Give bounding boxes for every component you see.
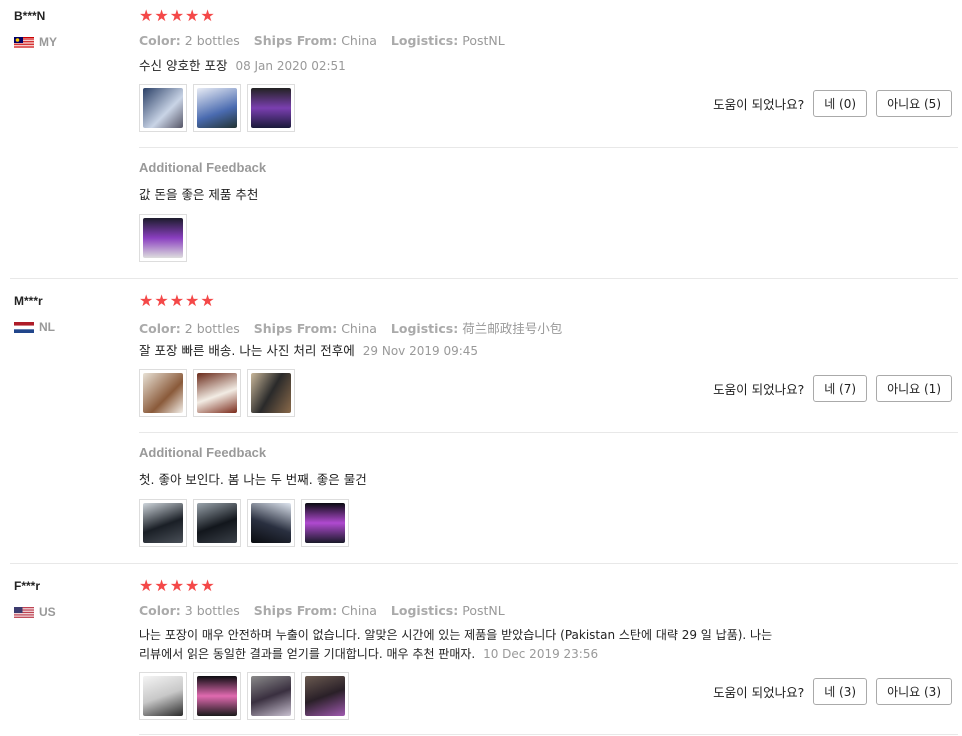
review-photos [139,369,295,417]
additional-feedback-heading: Additional Feedback [139,160,267,175]
reviewer-name: B***N [14,9,46,23]
reviewer-country: US [14,605,56,619]
review-photos [139,84,295,132]
color-label: Color: [139,321,181,336]
logistics-value: PostNL [462,603,505,618]
review-body: 잘 포장 빠른 배송. 나는 사진 처리 전후에 [139,343,355,358]
helpful-vote: 도움이 되었나요? 네 (0) 아니요 (5) [713,90,952,117]
review-divider [10,563,958,564]
review-photo-thumbnail[interactable] [301,672,349,720]
helpful-vote: 도움이 되었나요? 네 (3) 아니요 (3) [713,678,952,705]
review-body-line: 리뷰에서 읽은 동일한 결과를 얻기를 기대합니다. 매우 추천 판매자. 10… [139,645,772,664]
ships-from-value: China [341,33,377,48]
review-photo-thumbnail[interactable] [139,214,187,262]
review-photo-thumbnail[interactable] [247,369,295,417]
review-meta: Color: 2 bottles Ships From: China Logis… [139,33,515,48]
additional-feedback-text: 첫. 좋아 보인다. 봄 나는 두 번째. 좋은 물건 [139,472,367,487]
review-photo-thumbnail[interactable] [193,369,241,417]
review-photo-thumbnail[interactable] [301,499,349,547]
review-meta: Color: 2 bottles Ships From: China Logis… [139,318,572,337]
review-text: 수신 양호한 포장 08 Jan 2020 02:51 [139,56,346,76]
review-photo-thumbnail[interactable] [247,499,295,547]
reviewer-name: M***r [14,294,43,308]
section-divider [139,432,958,433]
color-label: Color: [139,603,181,618]
country-code: US [39,605,56,619]
helpful-yes-button[interactable]: 네 (3) [813,678,868,705]
ships-from-label: Ships From: [253,321,338,336]
logistics-label: Logistics: [390,603,459,618]
reviewer-name: F***r [14,579,41,593]
color-value: 2 bottles [184,33,240,48]
color-label: Color: [139,33,181,48]
additional-photos [139,214,187,262]
ships-from-label: Ships From: [253,33,338,48]
review-photo-thumbnail[interactable] [139,672,187,720]
flag-us-icon [14,606,34,618]
country-code: MY [39,35,57,49]
color-value: 3 bottles [184,603,240,618]
logistics-label: Logistics: [390,33,459,48]
review-date: 10 Dec 2019 23:56 [483,647,599,661]
review-divider [10,278,958,279]
review-body: 수신 양호한 포장 [139,58,228,73]
helpful-yes-button[interactable]: 네 (0) [813,90,868,117]
helpful-question: 도움이 되었나요? [713,685,805,700]
helpful-question: 도움이 되었나요? [713,382,805,397]
logistics-value: 荷兰邮政挂号小包 [462,321,563,336]
review-photos [139,672,349,720]
helpful-vote: 도움이 되었나요? 네 (7) 아니요 (1) [713,375,952,402]
star-rating: ★★★★★ [139,6,216,25]
review-photo-thumbnail[interactable] [139,369,187,417]
country-code: NL [39,320,55,334]
helpful-no-button[interactable]: 아니요 (1) [876,375,952,402]
review-date: 08 Jan 2020 02:51 [235,59,346,73]
ships-from-label: Ships From: [253,603,338,618]
additional-feedback-text: 값 돈을 좋은 제품 추천 [139,187,259,202]
review-body: 리뷰에서 읽은 동일한 결과를 얻기를 기대합니다. 매우 추천 판매자. [139,647,476,661]
review-text: 잘 포장 빠른 배송. 나는 사진 처리 전후에 29 Nov 2019 09:… [139,341,478,361]
review-photo-thumbnail[interactable] [247,672,295,720]
helpful-yes-button[interactable]: 네 (7) [813,375,868,402]
section-divider [139,734,958,735]
logistics-label: Logistics: [390,321,459,336]
star-rating: ★★★★★ [139,576,216,595]
review-meta: Color: 3 bottles Ships From: China Logis… [139,603,515,618]
color-value: 2 bottles [184,321,240,336]
reviewer-country: NL [14,320,55,334]
reviewer-country: MY [14,35,57,49]
star-rating: ★★★★★ [139,291,216,310]
review-body-line: 나는 포장이 매우 안전하며 누출이 없습니다. 알맞은 시간에 있는 제품을 … [139,628,773,642]
review-text: 나는 포장이 매우 안전하며 누출이 없습니다. 알맞은 시간에 있는 제품을 … [139,626,772,664]
review-photo-thumbnail[interactable] [247,84,295,132]
flag-my-icon [14,36,34,48]
section-divider [139,147,958,148]
review-photo-thumbnail[interactable] [139,499,187,547]
ships-from-value: China [341,603,377,618]
additional-feedback-heading: Additional Feedback [139,445,267,460]
review-photo-thumbnail[interactable] [193,672,241,720]
additional-photos [139,499,349,547]
review-photo-thumbnail[interactable] [193,84,241,132]
flag-nl-icon [14,321,34,333]
review-photo-thumbnail[interactable] [193,499,241,547]
review-photo-thumbnail[interactable] [139,84,187,132]
helpful-question: 도움이 되었나요? [713,97,805,112]
helpful-no-button[interactable]: 아니요 (5) [876,90,952,117]
review-date: 29 Nov 2019 09:45 [362,344,479,358]
logistics-value: PostNL [462,33,505,48]
helpful-no-button[interactable]: 아니요 (3) [876,678,952,705]
ships-from-value: China [341,321,377,336]
